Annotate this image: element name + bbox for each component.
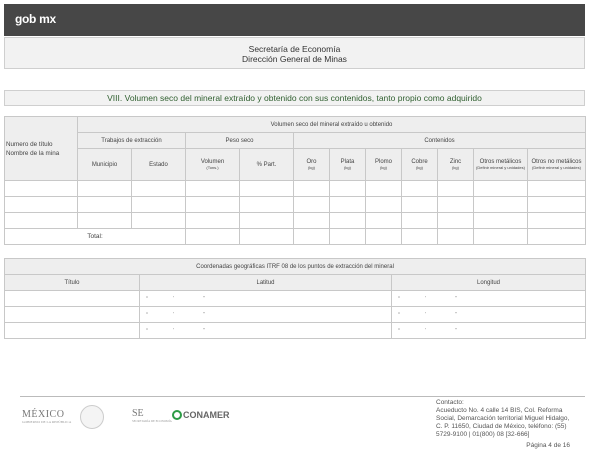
address-line-2: Social, Demarcación territorial Miguel H…	[436, 415, 570, 422]
otros-no-metalicos-header: Otros no metálicos (Definir mineral y uni…	[526, 148, 587, 181]
page-number: Página 4 de 16	[526, 442, 570, 449]
footer-divider	[20, 396, 585, 397]
section-title: VIII. Volumen seco del mineral extraído …	[4, 90, 585, 106]
gobmx-logo[interactable]: gob mx	[15, 12, 56, 26]
longitud-header: Longitud	[390, 274, 587, 291]
footer-logos: MÉXICO GOBIERNO DE LA REPÚBLICA SE SECRE…	[22, 405, 242, 431]
total-row: Total:	[4, 228, 587, 245]
table-row: ° ' " ° ' "	[4, 306, 587, 323]
longitude-field[interactable]: ° ' "	[390, 322, 587, 339]
latitude-field[interactable]: ° ' "	[139, 290, 392, 307]
coordinates-caption: Coordenadas geográficas ITRF 08 de los p…	[3, 258, 587, 275]
se-logo: SE SECRETARÍA DE ECONOMÍA	[132, 408, 172, 423]
titulo-header: Título	[4, 274, 140, 291]
office-line-2: Dirección General de Minas	[242, 54, 347, 64]
estado-header: Estado	[131, 148, 186, 181]
row-label-header: Numero de título Nombre de la mina	[4, 116, 78, 181]
longitude-field[interactable]: ° ' "	[390, 306, 587, 323]
plomo-header: Plomo (kg)	[365, 148, 402, 181]
table-row: ° ' " ° ' "	[4, 322, 587, 339]
address-line-3: C. P. 11650, Ciudad de México, teléfono:…	[436, 423, 567, 430]
contents-header: Contenidos	[292, 132, 587, 149]
contact-block: Contacto: Acueducto No. 4 calle 14 BIS, …	[436, 399, 576, 439]
extraction-header: Trabajos de extracción	[77, 132, 186, 149]
latitude-field[interactable]: ° ' "	[139, 306, 392, 323]
latitude-field[interactable]: ° ' "	[139, 322, 392, 339]
table-row	[4, 196, 587, 213]
oro-header: Oro (kg)	[293, 148, 330, 181]
plata-header: Plata (kg)	[329, 148, 366, 181]
coordinates-table: Coordenadas geográficas ITRF 08 de los p…	[3, 258, 587, 339]
conamer-ring-icon	[172, 410, 182, 420]
address-line-4: 5729-9100 | 01(800) 08 [32-666]	[436, 431, 530, 438]
cobre-header: Cobre (kg)	[401, 148, 438, 181]
otros-metalicos-header: Otros metálicos (Definir mineral y unidad…	[473, 148, 528, 181]
dry-weight-header: Peso seco	[185, 132, 294, 149]
table-row: ° ' " ° ' "	[4, 290, 587, 307]
total-label: Total:	[4, 228, 186, 245]
top-bar: gob mx	[4, 4, 585, 36]
volume-group-header: Volumen seco del mineral extraído u obte…	[76, 116, 587, 133]
volumen-header: Volumen (Tons.)	[185, 148, 240, 181]
zinc-header: Zinc (kg)	[437, 148, 474, 181]
part-header: % Part.	[239, 148, 294, 181]
conamer-logo: CONAMER	[172, 410, 230, 420]
table-row	[4, 212, 587, 229]
office-header: Secretaría de Economía Dirección General…	[4, 37, 585, 69]
contact-label: Contacto:	[436, 399, 464, 406]
mexico-logo: MÉXICO GOBIERNO DE LA REPÚBLICA	[22, 409, 72, 424]
title-number-label: Numero de título	[6, 140, 53, 148]
office-line-1: Secretaría de Economía	[248, 44, 341, 54]
municipio-header: Municipio	[77, 148, 132, 181]
volume-table: Numero de título Nombre de la mina Volum…	[4, 116, 587, 245]
longitude-field[interactable]: ° ' "	[390, 290, 587, 307]
table-row	[4, 180, 587, 197]
address-line-1: Acueducto No. 4 calle 14 BIS, Col. Refor…	[436, 407, 563, 414]
mine-name-label: Nombre de la mina	[6, 149, 60, 157]
coat-of-arms-icon	[80, 405, 104, 429]
latitud-header: Latitud	[139, 274, 392, 291]
